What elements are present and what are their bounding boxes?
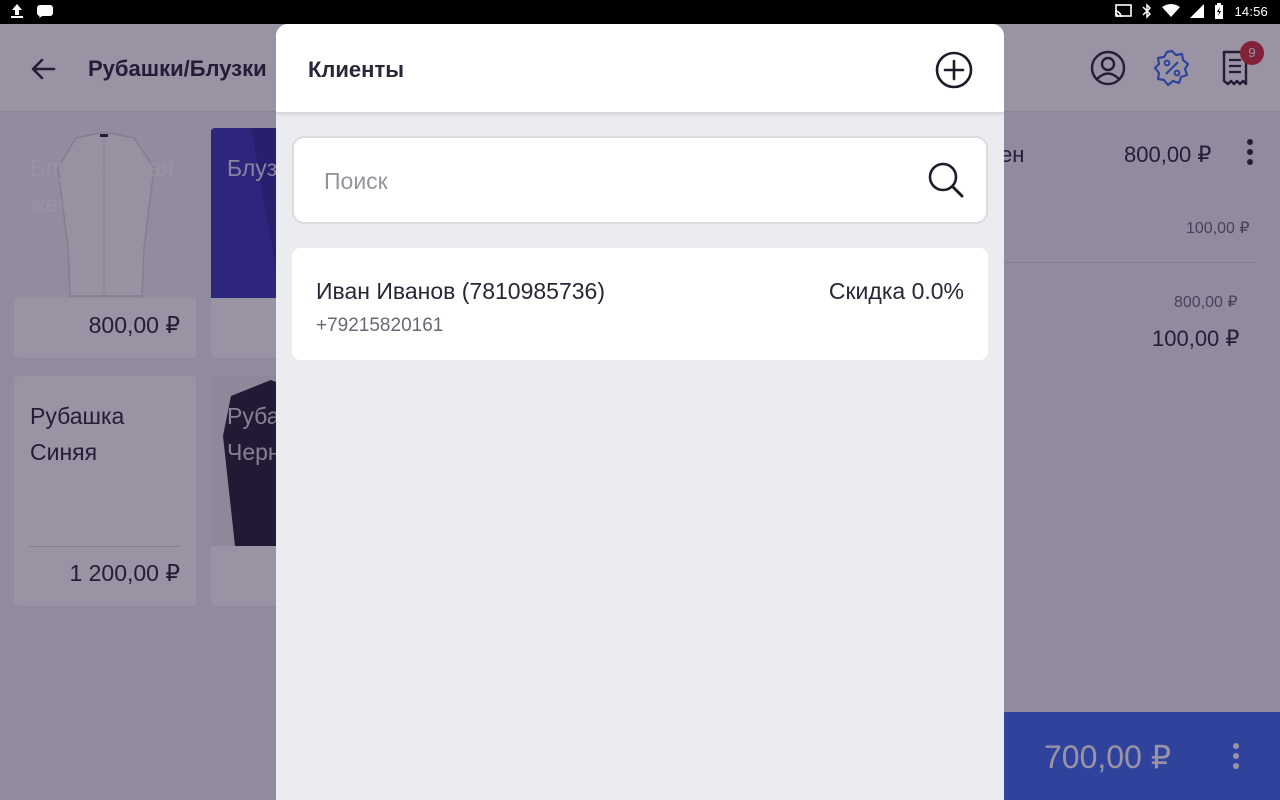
add-client-icon[interactable] xyxy=(932,48,976,92)
search-input[interactable] xyxy=(324,164,884,198)
dialog-title: Клиенты xyxy=(308,57,405,82)
client-phone: +79215820161 xyxy=(316,315,444,336)
client-discount: Скидка 0.0% xyxy=(828,278,964,304)
client-name: Иван Иванов (7810985736) xyxy=(316,278,605,304)
search-icon[interactable] xyxy=(926,160,966,200)
bluetooth-icon xyxy=(1142,3,1152,19)
upload-icon xyxy=(11,4,23,18)
client-list-item[interactable]: Иван Иванов (7810985736) +79215820161 Ск… xyxy=(292,248,988,360)
status-bar: 14:56 xyxy=(0,0,1280,24)
status-time: 14:56 xyxy=(1234,3,1268,19)
message-icon xyxy=(37,5,53,18)
search-field[interactable] xyxy=(292,136,988,224)
dialog-header: Клиенты xyxy=(276,24,1004,112)
battery-icon xyxy=(1215,3,1224,19)
clients-dialog: Клиенты Иван Иванов (7810985736) +792158… xyxy=(276,24,1004,800)
signal-icon xyxy=(1190,4,1205,18)
cast-icon xyxy=(1115,4,1133,18)
wifi-icon xyxy=(1162,4,1181,17)
